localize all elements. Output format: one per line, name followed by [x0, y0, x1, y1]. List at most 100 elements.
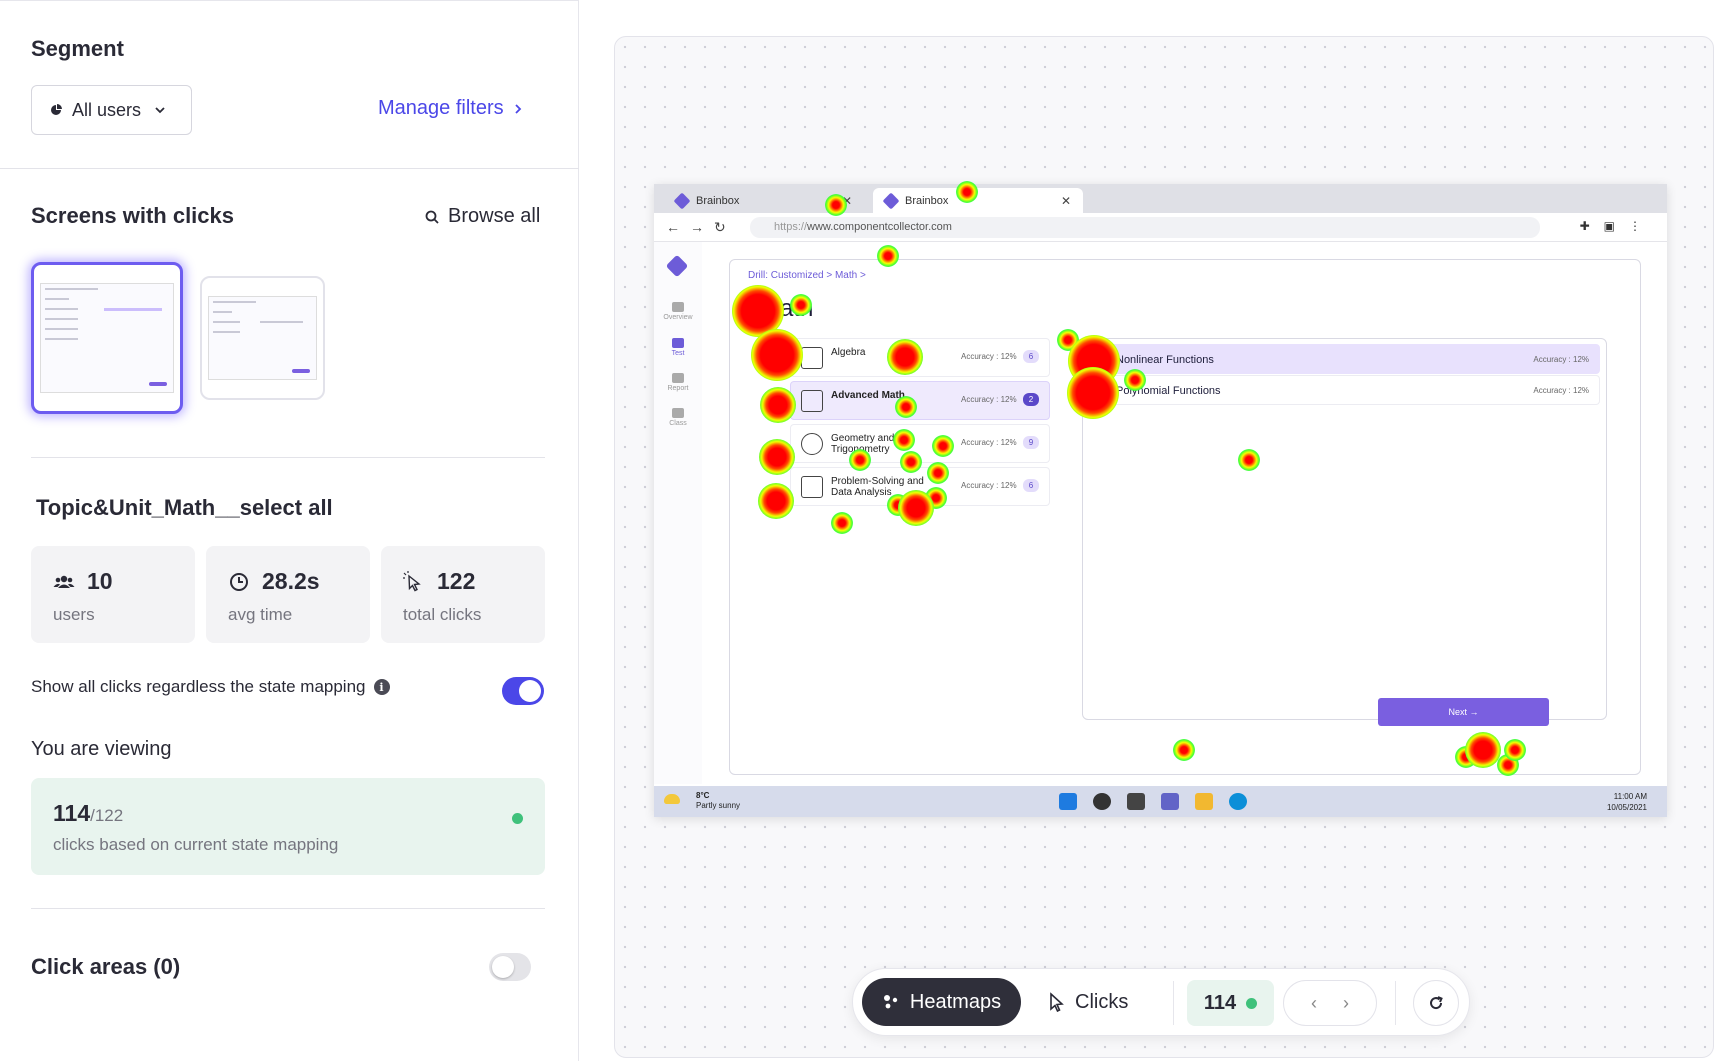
tab-title: Brainbox: [905, 194, 949, 207]
click-count-badge: 114: [1187, 980, 1274, 1026]
taskbar-apps: [1059, 793, 1247, 810]
refresh-icon: [1430, 996, 1443, 1010]
avg-time-value: 28.2s: [262, 568, 320, 594]
info-icon[interactable]: i: [373, 679, 390, 695]
browser-tabbar: Brainbox ✕ Brainbox ✕: [654, 184, 1667, 213]
viewing-title: You are viewing: [31, 738, 172, 760]
app-sidebar: Overview Test Report Class: [654, 242, 702, 784]
manage-filters-link[interactable]: Manage filters: [378, 97, 524, 120]
click-areas-title: Click areas (0): [31, 954, 181, 979]
click-areas-toggle[interactable]: [489, 953, 531, 981]
status-dot: [512, 813, 523, 824]
unit-item-selected: Advanced Math Accuracy : 12% 2: [790, 381, 1050, 420]
thumbnail-preview: [40, 283, 174, 393]
windows-start-icon: [1059, 793, 1077, 810]
viewing-count: 114: [53, 800, 91, 826]
view-toolbar: Heatmaps Clicks 114 ‹ ›: [852, 968, 1470, 1036]
heatmaps-label: Heatmaps: [909, 990, 1002, 1013]
stat-avg-time: 28.2s avg time: [206, 546, 370, 643]
advanced-math-icon: [801, 390, 823, 412]
topic-item: Polynomial Functions Accuracy : 12%: [1091, 375, 1600, 405]
sidebar-item-test: Test: [654, 338, 702, 357]
brainbox-logo-icon: [665, 254, 689, 278]
chevron-right-icon[interactable]: ›: [1343, 993, 1349, 1014]
next-button: Next →: [1378, 698, 1549, 726]
page-title: Math: [760, 295, 814, 322]
screens-with-clicks-title: Screens with clicks: [31, 203, 234, 228]
users-value: 10: [87, 568, 113, 594]
browser-tab: Brainbox ✕: [664, 188, 864, 213]
search-icon: [1093, 793, 1111, 810]
weather-widget: 8°C Partly sunny: [696, 791, 741, 810]
section-divider: [31, 908, 545, 909]
users-label: users: [53, 605, 95, 624]
screen-thumbnail-selected[interactable]: [31, 262, 183, 414]
browse-all-button[interactable]: Browse all: [424, 205, 540, 228]
tab-title: Brainbox: [696, 194, 740, 207]
cursor-icon: [1050, 992, 1064, 1012]
stat-total-clicks: 122 total clicks: [381, 546, 545, 643]
top-divider: [0, 0, 579, 1]
viewing-summary: 114/122 clicks based on current state ma…: [31, 778, 545, 875]
segment-title: Segment: [31, 36, 124, 61]
unit-item: Geometry and Trigonometry Accuracy : 12%…: [790, 424, 1050, 463]
taskbar-clock: 11:00 AM 10/05/2021: [1606, 792, 1647, 812]
heatmaps-button[interactable]: Heatmaps: [862, 978, 1021, 1026]
segment-dropdown[interactable]: All users: [31, 85, 192, 135]
browser-nav-icons: ←→↻: [666, 219, 736, 235]
toolbar-divider: [1395, 981, 1396, 1025]
refresh-button[interactable]: [1413, 980, 1459, 1026]
screen-name-title: Topic&Unit_Math__select all: [36, 495, 333, 520]
data-analysis-icon: [801, 476, 823, 498]
url-field: https://www.componentcollector.com: [750, 217, 1540, 238]
topic-item-selected: Nonlinear Functions Accuracy : 12%: [1091, 344, 1600, 374]
pagination-control: ‹ ›: [1283, 980, 1377, 1026]
search-icon: [425, 210, 439, 224]
chevron-right-icon: [514, 103, 521, 114]
geometry-icon: [801, 433, 823, 455]
chat-icon: [1161, 793, 1179, 810]
show-all-clicks-label: Show all clicks regardless the state map…: [31, 677, 366, 696]
segment-dropdown-value: All users: [72, 99, 142, 120]
unit-item: Algebra Accuracy : 12% 6: [790, 338, 1050, 377]
browse-all-label: Browse all: [448, 205, 541, 227]
browser-tool-icons: ✚▣⋮: [1579, 219, 1655, 233]
thumbnail-preview: [208, 296, 317, 380]
status-dot: [1246, 997, 1258, 1009]
stat-users: 10 users: [31, 546, 195, 643]
chevron-down-icon: [155, 107, 165, 114]
toolbar-divider: [1173, 981, 1174, 1025]
left-panel: Segment All users Manage filters Screens…: [0, 0, 579, 1061]
pie-chart-icon: [51, 104, 62, 115]
section-divider: [0, 168, 579, 169]
show-all-clicks-row: Show all clicks regardless the state map…: [31, 677, 390, 697]
sidebar-item-class: Class: [654, 408, 702, 427]
section-divider: [31, 457, 545, 458]
chevron-left-icon[interactable]: ‹: [1311, 993, 1317, 1014]
algebra-icon: [801, 347, 823, 369]
browser-address-bar: ←→↻ https://www.componentcollector.com ✚…: [654, 213, 1667, 242]
show-all-clicks-toggle[interactable]: [502, 677, 544, 705]
heatmap-dots-icon: [883, 995, 898, 1009]
unit-item: Problem-Solving and Data Analysis Accura…: [790, 467, 1050, 506]
cursor-click-icon: [403, 570, 421, 591]
total-clicks-label: total clicks: [403, 605, 482, 624]
viewing-label: clicks based on current state mapping: [53, 835, 339, 854]
folder-icon: [1195, 793, 1213, 810]
windows-taskbar: 8°C Partly sunny 11:00 AM 10/05/2021: [654, 786, 1667, 817]
close-icon: ✕: [841, 193, 852, 208]
clicks-button[interactable]: Clicks: [1049, 978, 1128, 1026]
screen-preview: Brainbox ✕ Brainbox ✕ ←→↻ https://www.co…: [654, 184, 1667, 817]
brainbox-logo-icon: [882, 192, 900, 209]
browser-tab-active: Brainbox ✕: [873, 188, 1083, 213]
topic-list: Nonlinear Functions Accuracy : 12% Polyn…: [1082, 338, 1607, 720]
close-icon: ✕: [1060, 193, 1071, 208]
click-count-value: 114: [1203, 991, 1237, 1014]
clicks-label: Clicks: [1075, 990, 1129, 1013]
users-icon: [53, 575, 75, 588]
screen-thumbnail[interactable]: [200, 276, 325, 400]
edge-icon: [1229, 793, 1247, 810]
brainbox-logo-icon: [673, 192, 691, 209]
breadcrumb: Drill: Customized > Math >: [748, 270, 866, 281]
avg-time-label: avg time: [228, 605, 293, 624]
